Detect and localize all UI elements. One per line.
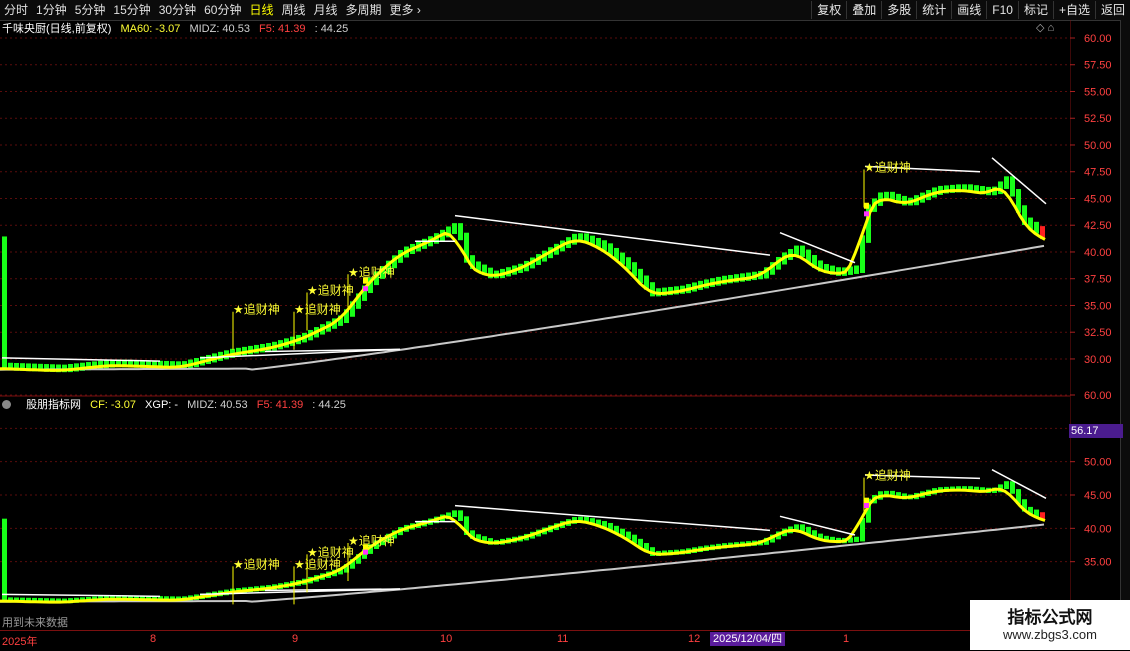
main-marker-magenta bbox=[363, 286, 368, 292]
main-signal-label: ★追财神 bbox=[294, 302, 341, 317]
main-signal-label: ★追财神 bbox=[348, 264, 395, 279]
period-tab-5[interactable]: 60分钟 bbox=[200, 0, 245, 20]
main-marker-magenta bbox=[864, 211, 869, 217]
main-candle bbox=[902, 195, 907, 206]
axis-label: 60.00 bbox=[1084, 33, 1112, 45]
sub-candle bbox=[452, 510, 457, 518]
toolbar-button-2[interactable]: 多股 bbox=[881, 1, 916, 19]
sub-axis-label: 45.00 bbox=[1084, 490, 1112, 502]
axis-label: 32.50 bbox=[1084, 327, 1112, 339]
period-tab-10[interactable]: 更多 › bbox=[386, 0, 425, 20]
sub-marker-yellow bbox=[363, 544, 368, 551]
sub-candle bbox=[854, 536, 859, 543]
main-candle bbox=[1004, 176, 1009, 189]
main-candle bbox=[854, 265, 859, 274]
period-tabs: 分时 1分钟 5分钟 15分钟 30分钟 60分钟 日线 周线 月线 多周期 更多 › bbox=[0, 0, 425, 20]
sub-signal-label: ★追财神 bbox=[348, 533, 395, 548]
main-candle bbox=[452, 223, 457, 234]
toolbar-button-0[interactable]: 复权 bbox=[811, 1, 846, 19]
main-signal-label: ★追财神 bbox=[307, 282, 354, 297]
period-tab-1[interactable]: 1分钟 bbox=[32, 0, 71, 20]
main-candle bbox=[650, 282, 655, 297]
price-axis: 60.00 57.50 55.00 52.50 50.00 47.50 45.00 42.50… bbox=[1070, 20, 1112, 630]
main-chart-area: ★追财神 ★追财神 ★追财神 ★追财神 ★追财神 bbox=[0, 157, 1047, 373]
kline-chart[interactable]: ★追财神 ★追财神★追财神★追财神★追财神 ★追财神 ★追财神★追财神★追财神★追财… bbox=[0, 20, 1070, 630]
axis-label: 47.50 bbox=[1084, 167, 1112, 179]
axis-label: 35.00 bbox=[1084, 300, 1112, 312]
axis-label: 57.50 bbox=[1084, 60, 1112, 72]
sub-candle bbox=[1010, 481, 1015, 494]
sub-chart-area: ★追财神 ★追财神★追财神★追财神★追财神 bbox=[0, 468, 1047, 605]
right-side-strip bbox=[1120, 20, 1130, 630]
main-signal-label: ★追财神 bbox=[864, 159, 911, 174]
no-future-note: 用到未来数据 bbox=[2, 617, 68, 629]
period-tab-0[interactable]: 分时 bbox=[0, 0, 32, 20]
date-label-5: 12 bbox=[688, 633, 701, 645]
sub-axis-label: 35.00 bbox=[1084, 557, 1112, 569]
date-label-6: 1 bbox=[843, 633, 850, 645]
grid-lines bbox=[0, 37, 1070, 563]
date-label-1: 8 bbox=[150, 633, 157, 645]
main-marker-yellow bbox=[363, 277, 368, 284]
sub-candle bbox=[2, 518, 7, 603]
sub-axis-label: 40.00 bbox=[1084, 523, 1112, 535]
main-trend-line bbox=[1, 357, 161, 362]
period-tab-6[interactable]: 日线 bbox=[245, 0, 277, 20]
sub-signal-label: ★追财神 bbox=[864, 468, 911, 483]
main-candle bbox=[2, 236, 7, 371]
main-trend-line bbox=[264, 348, 401, 353]
toolbar-buttons: 复权 叠加 多股 统计 画线 F10 标记 +自选 返回 bbox=[811, 0, 1130, 20]
axis-label: 52.50 bbox=[1084, 113, 1112, 125]
toolbar-button-5[interactable]: F10 bbox=[986, 1, 1018, 19]
sub-signal-label: ★追财神 bbox=[233, 556, 280, 571]
period-tab-4[interactable]: 30分钟 bbox=[155, 0, 200, 20]
axis-label: 37.50 bbox=[1084, 274, 1112, 286]
main-signal-label: ★追财神 bbox=[233, 302, 280, 317]
date-axis: 2025/12/04/四 2025年 8 9 10 11 12 1 bbox=[0, 630, 1070, 651]
sub-marker-yellow bbox=[864, 497, 869, 504]
sub-ma-line bbox=[0, 487, 1046, 604]
date-label-3: 10 bbox=[440, 633, 453, 645]
toolbar-button-7[interactable]: +自选 bbox=[1052, 1, 1095, 19]
selected-date: 2025/12/04/四 bbox=[710, 632, 786, 646]
watermark-title: 指标公式网 bbox=[1007, 608, 1093, 627]
toolbar-button-1[interactable]: 叠加 bbox=[846, 1, 881, 19]
period-toolbar: 分时 1分钟 5分钟 15分钟 30分钟 60分钟 日线 周线 月线 多周期 更多 › 复权 叠加 多股… bbox=[0, 0, 1130, 21]
sub-candle bbox=[458, 510, 463, 521]
main-candle bbox=[800, 245, 805, 258]
period-tab-2[interactable]: 5分钟 bbox=[71, 0, 110, 20]
axis-label: 55.00 bbox=[1084, 86, 1112, 98]
sub-axis-label: 60.00 bbox=[1084, 390, 1112, 402]
axis-label: 42.50 bbox=[1084, 220, 1112, 232]
axis-label: 50.00 bbox=[1084, 140, 1112, 152]
main-candle bbox=[1010, 176, 1015, 197]
watermark-url: www.zbgs3.com bbox=[1003, 627, 1097, 642]
axis-label: 40.00 bbox=[1084, 247, 1112, 259]
date-label-0: 2025年 bbox=[2, 636, 38, 648]
period-tab-7[interactable]: 周线 bbox=[277, 0, 309, 20]
date-label-2: 9 bbox=[292, 633, 299, 645]
period-tab-8[interactable]: 月线 bbox=[310, 0, 342, 20]
axis-label: 45.00 bbox=[1084, 193, 1112, 205]
date-label-4: 11 bbox=[557, 633, 569, 645]
price-box: 56.17 bbox=[1069, 424, 1123, 438]
main-candle bbox=[572, 233, 577, 245]
sub-marker-magenta bbox=[363, 549, 368, 555]
toolbar-button-3[interactable]: 统计 bbox=[916, 1, 951, 19]
main-ma-line bbox=[0, 187, 1046, 372]
period-tab-9[interactable]: 多周期 bbox=[342, 0, 386, 20]
sub-axis-label: 50.00 bbox=[1084, 457, 1112, 469]
sub-trend-line bbox=[1, 593, 161, 598]
toolbar-button-4[interactable]: 画线 bbox=[951, 1, 986, 19]
sub-marker-magenta bbox=[864, 503, 869, 508]
axis-label: 30.00 bbox=[1084, 354, 1112, 366]
main-candle bbox=[458, 223, 463, 241]
sub-candle bbox=[1004, 481, 1009, 490]
main-marker-yellow bbox=[864, 202, 869, 209]
period-tab-3[interactable]: 15分钟 bbox=[109, 0, 154, 20]
toolbar-button-8[interactable]: 返回 bbox=[1094, 1, 1130, 19]
toolbar-button-6[interactable]: 标记 bbox=[1017, 1, 1053, 19]
sub-signal-label: ★追财神 bbox=[307, 544, 354, 559]
watermark: 指标公式网 www.zbgs3.com bbox=[970, 600, 1130, 650]
